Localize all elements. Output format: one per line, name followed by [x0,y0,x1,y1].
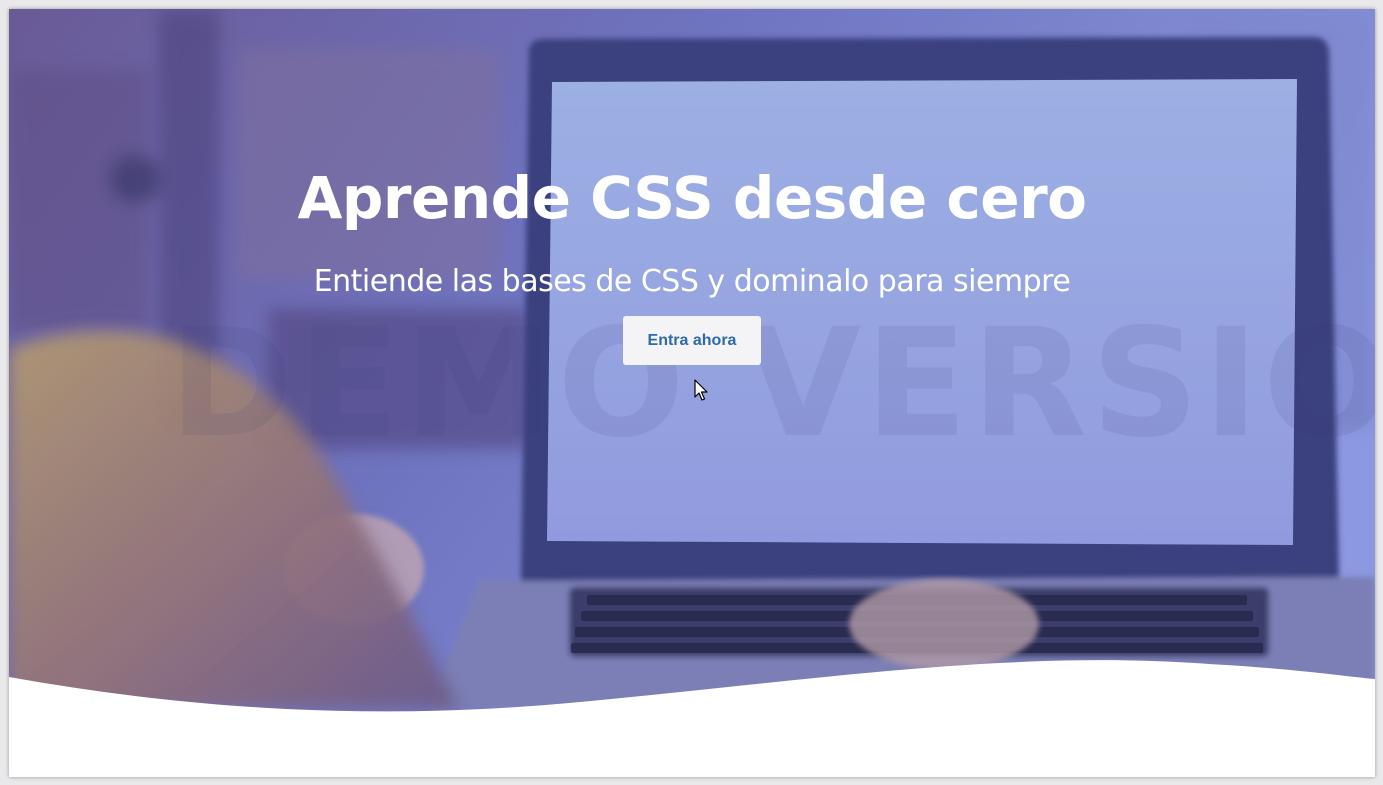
hero-section: DEMO VERSION Aprende CSS desde cero Enti… [9,9,1375,777]
wave-divider [9,660,1375,777]
browser-viewport: DEMO VERSION Aprende CSS desde cero Enti… [9,9,1375,777]
mouse-pointer-icon [694,379,708,401]
